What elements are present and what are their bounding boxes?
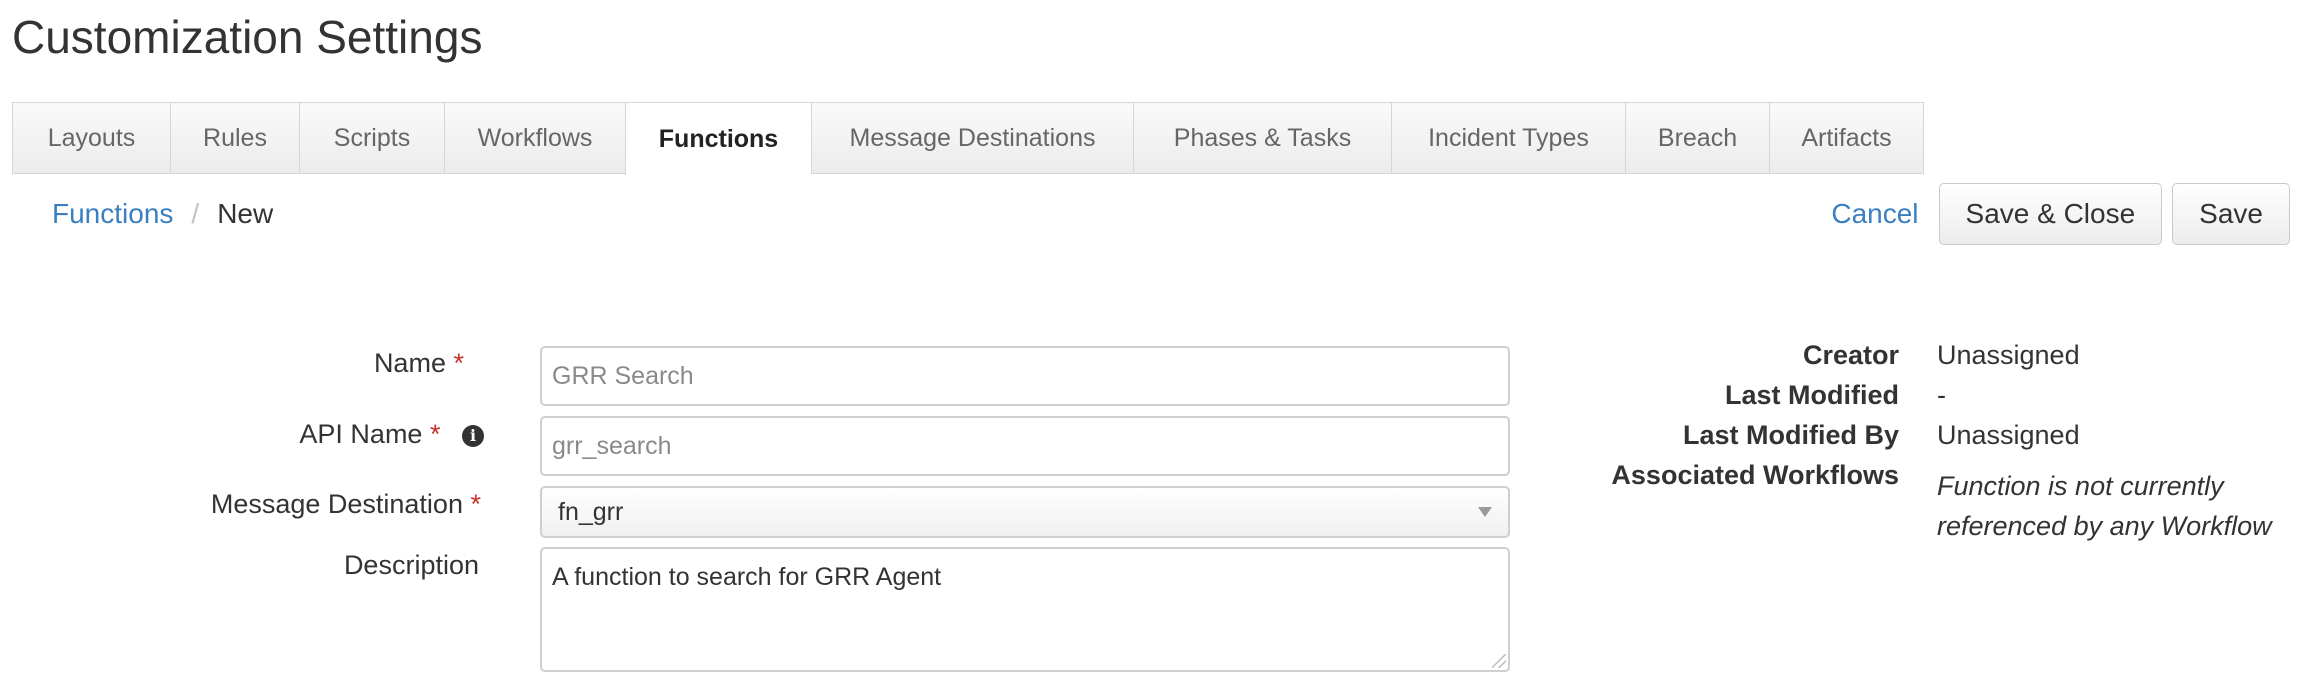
breadcrumb-separator: / bbox=[191, 198, 200, 229]
api-name-input[interactable] bbox=[540, 416, 1510, 476]
creator-label: Creator bbox=[1802, 340, 1899, 370]
save-button[interactable]: Save bbox=[2172, 183, 2290, 245]
required-marker: * bbox=[470, 489, 481, 519]
tab-workflows[interactable]: Workflows bbox=[444, 103, 625, 173]
last-modified-value: - bbox=[1937, 380, 1946, 410]
last-modified-by-value: Unassigned bbox=[1937, 420, 2080, 450]
name-label-text: Name bbox=[373, 348, 446, 378]
info-icon[interactable]: i bbox=[462, 425, 484, 447]
tab-phases-tasks[interactable]: Phases & Tasks bbox=[1133, 103, 1391, 173]
page-title: Customization Settings bbox=[12, 11, 483, 63]
required-marker: * bbox=[453, 348, 464, 378]
tab-scripts[interactable]: Scripts bbox=[299, 103, 444, 173]
cancel-link[interactable]: Cancel bbox=[1831, 198, 1918, 230]
required-marker: * bbox=[429, 419, 441, 449]
associated-workflows-label: Associated Workflows bbox=[1611, 460, 1899, 490]
tab-layouts[interactable]: Layouts bbox=[12, 103, 170, 173]
breadcrumb-current: New bbox=[217, 198, 274, 229]
resize-grip-icon[interactable] bbox=[1492, 654, 1506, 668]
message-destination-value: fn_grr bbox=[558, 497, 624, 526]
last-modified-label: Last Modified bbox=[1725, 380, 1899, 410]
message-destination-label: Message Destination * bbox=[211, 489, 481, 520]
save-close-button[interactable]: Save & Close bbox=[1938, 183, 2163, 245]
action-bar: Cancel Save & Close Save bbox=[1831, 183, 2290, 245]
description-label: Description bbox=[344, 550, 479, 581]
description-label-text: Description bbox=[343, 550, 479, 580]
tab-functions[interactable]: Functions bbox=[625, 103, 811, 175]
message-destination-label-text: Message Destination bbox=[210, 489, 463, 519]
tab-artifacts[interactable]: Artifacts bbox=[1769, 103, 1924, 173]
settings-tabs: Layouts Rules Scripts Workflows Function… bbox=[12, 102, 1924, 175]
api-name-label-text: API Name bbox=[299, 419, 423, 449]
api-name-label: API Name * i bbox=[299, 419, 484, 450]
description-textarea[interactable]: A function to search for GRR Agent bbox=[540, 547, 1510, 672]
last-modified-by-label: Last Modified By bbox=[1682, 420, 1899, 450]
chevron-down-icon bbox=[1478, 507, 1492, 517]
tab-message-destinations[interactable]: Message Destinations bbox=[811, 103, 1133, 173]
name-label: Name * bbox=[374, 348, 464, 379]
associated-workflows-value: Function is not currently referenced by … bbox=[1937, 471, 2272, 541]
tab-rules[interactable]: Rules bbox=[170, 103, 299, 173]
breadcrumb-functions-link[interactable]: Functions bbox=[52, 198, 173, 230]
breadcrumb: Functions / New bbox=[52, 198, 273, 230]
name-input[interactable] bbox=[540, 346, 1510, 406]
creator-value: Unassigned bbox=[1937, 340, 2080, 370]
tab-incident-types[interactable]: Incident Types bbox=[1391, 103, 1625, 173]
message-destination-select[interactable]: fn_grr bbox=[540, 486, 1510, 538]
tab-breach[interactable]: Breach bbox=[1625, 103, 1769, 173]
